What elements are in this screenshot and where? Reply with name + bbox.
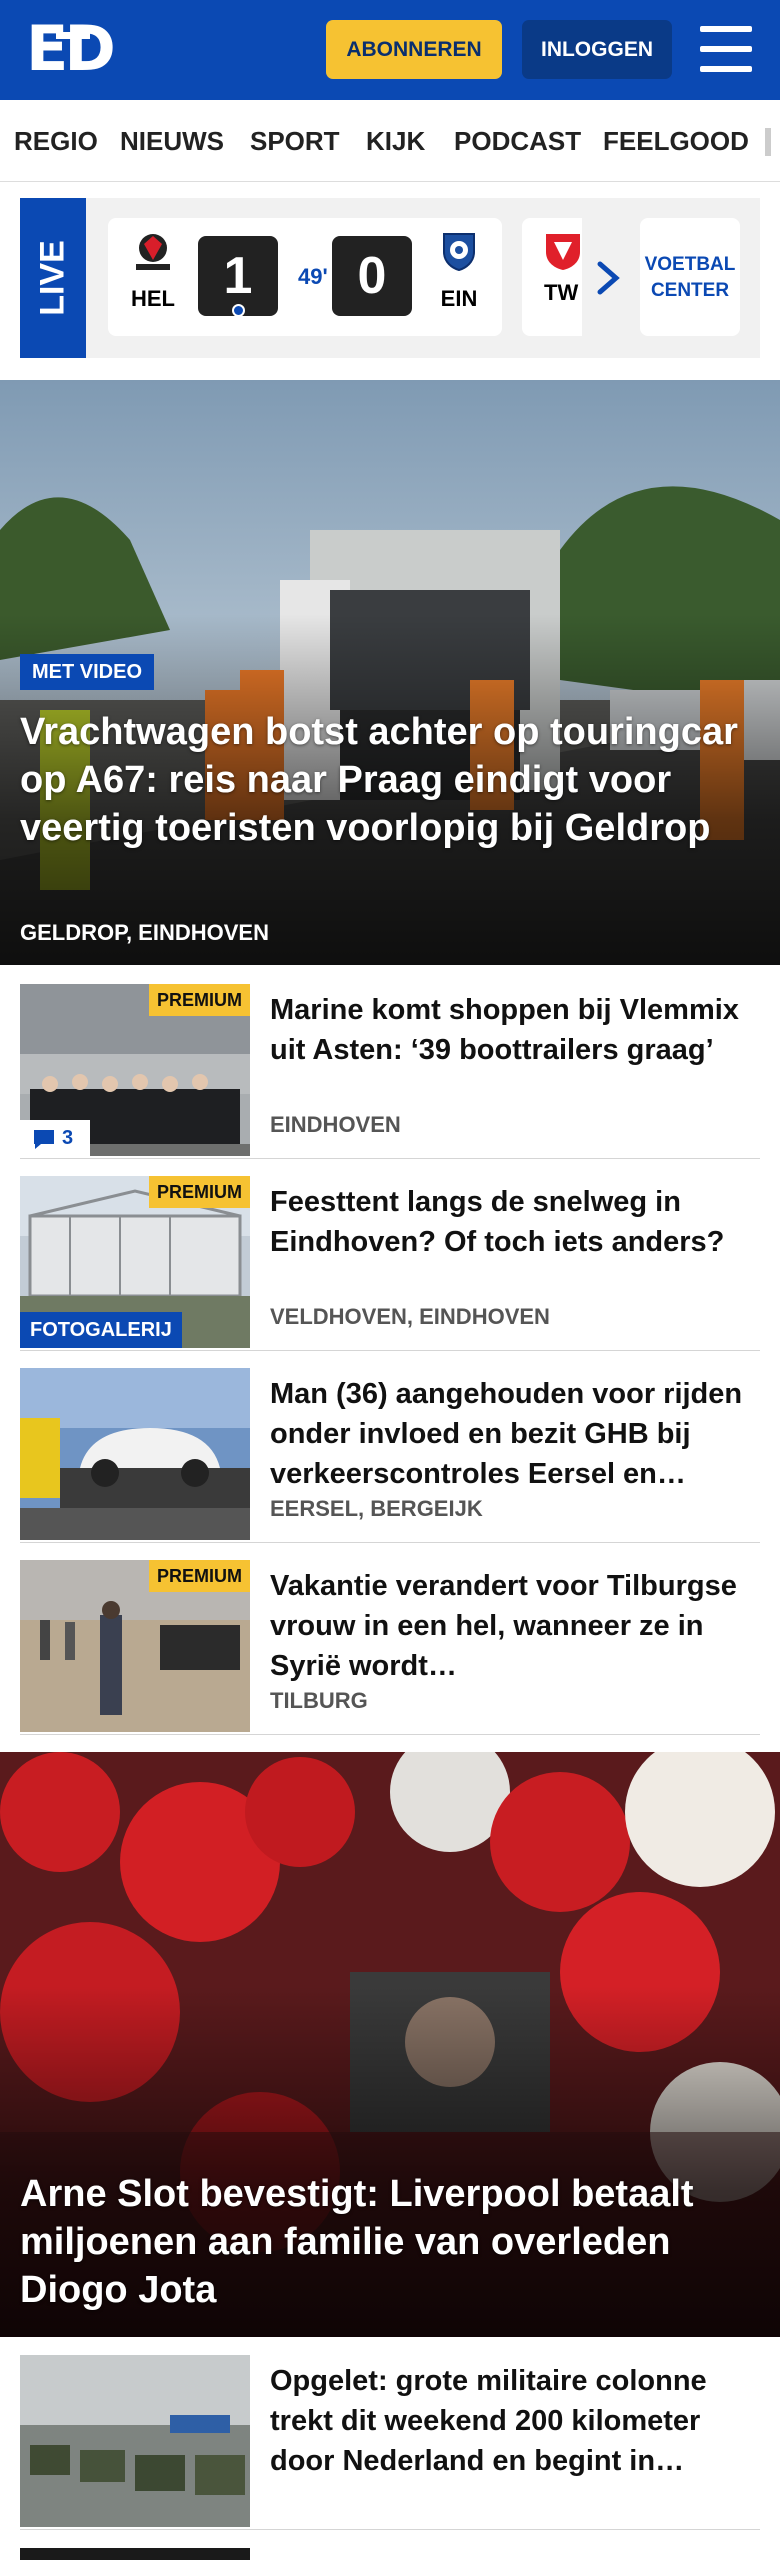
- article-item[interactable]: Man (36) aangehouden voor rijden onder i…: [20, 1368, 760, 1543]
- login-button[interactable]: INLOGGEN: [522, 20, 672, 79]
- comment-count[interactable]: 3: [20, 1120, 90, 1156]
- hero-location: GELDROP, EINDHOVEN: [20, 920, 269, 945]
- section-nav: REGIO NIEUWS SPORT KIJK PODCAST FEELGOOD: [0, 100, 780, 182]
- helmond-sport-crest-icon: [136, 234, 170, 270]
- match-minute: 49': [298, 264, 328, 289]
- article-item[interactable]: PREMIUM 3 Marine komt shoppen bij Vlemmi…: [20, 984, 760, 1159]
- article-title[interactable]: Marine komt shoppen bij Vlemmix uit Aste…: [270, 990, 760, 1070]
- fc-twente-crest-icon: [546, 234, 580, 270]
- article-item[interactable]: PREMIUM Vakantie verandert voor Tilburgs…: [20, 1560, 760, 1735]
- nav-item-nieuws[interactable]: NIEUWS: [120, 126, 224, 157]
- live-tab[interactable]: LIVE: [20, 198, 86, 358]
- nav-item-podcast[interactable]: PODCAST: [454, 126, 581, 157]
- article-title[interactable]: Man (36) aangehouden voor rijden onder i…: [270, 1374, 760, 1494]
- nav-item-regio[interactable]: REGIO: [14, 126, 98, 157]
- nav-overflow-indicator: [765, 128, 771, 156]
- live-indicator-dot: [232, 304, 245, 317]
- nav-item-feelgood[interactable]: FEELGOOD: [603, 126, 749, 157]
- next-article-thumbnail-peek: [20, 2548, 250, 2560]
- away-team: EIN: [424, 230, 494, 312]
- live-label: LIVE: [33, 240, 72, 316]
- away-team-code: EIN: [440, 286, 478, 311]
- logo-text: ED: [26, 12, 116, 85]
- logo-accent-bar: [56, 32, 90, 39]
- article-thumbnail: PREMIUM FOTOGALERIJ: [20, 1176, 250, 1348]
- article-thumbnail: PREMIUM 3: [20, 984, 250, 1156]
- next-team-code: TW: [544, 280, 579, 305]
- photo-gallery-tag: FOTOGALERIJ: [20, 1312, 182, 1348]
- voetbal-center-link[interactable]: VOETBAL CENTER: [640, 218, 740, 336]
- nav-item-kijk[interactable]: KIJK: [366, 126, 425, 157]
- home-team-code: HEL: [131, 286, 175, 311]
- home-score: 1: [198, 236, 278, 317]
- live-scores-bar: LIVE HEL 1 49' 0 EIN TW VOETBAL CENTER: [20, 198, 760, 358]
- hero-headline[interactable]: Vrachtwagen botst achter op touringcar o…: [20, 708, 760, 852]
- article-location: EINDHOVEN: [270, 1112, 401, 1137]
- article-title[interactable]: Vakantie verandert voor Tilburgse vrouw …: [270, 1566, 760, 1686]
- site-header: ED ABONNEREN INLOGGEN: [0, 0, 780, 100]
- article-location: EERSEL, BERGEIJK: [270, 1496, 483, 1521]
- subscribe-button[interactable]: ABONNEREN: [326, 20, 502, 79]
- fc-eindhoven-crest-icon: [443, 233, 475, 272]
- premium-badge: PREMIUM: [149, 1560, 250, 1592]
- hamburger-menu-icon[interactable]: [700, 26, 752, 72]
- article-item[interactable]: PREMIUM FOTOGALERIJ Feesttent langs de s…: [20, 1176, 760, 1351]
- premium-badge: PREMIUM: [149, 984, 250, 1016]
- away-score: 0: [332, 236, 412, 316]
- featured-headline[interactable]: Arne Slot bevestigt: Liverpool betaalt m…: [20, 2170, 770, 2314]
- premium-badge: PREMIUM: [149, 1176, 250, 1208]
- article-location: VELDHOVEN, EINDHOVEN: [270, 1304, 550, 1329]
- live-match-card[interactable]: HEL 1 49' 0 EIN: [108, 218, 502, 336]
- article-title[interactable]: Opgelet: grote militaire colonne trekt d…: [270, 2361, 760, 2481]
- article-thumbnail: [20, 1368, 250, 1540]
- comment-icon: [34, 1129, 54, 1149]
- article-title[interactable]: Feesttent langs de snelweg in Eindhoven?…: [270, 1182, 760, 1262]
- site-logo[interactable]: ED: [26, 18, 118, 80]
- chevron-right-icon[interactable]: [594, 258, 622, 298]
- article-item[interactable]: Opgelet: grote militaire colonne trekt d…: [20, 2355, 760, 2530]
- article-location: TILBURG: [270, 1688, 368, 1713]
- nav-item-sport[interactable]: SPORT: [250, 126, 340, 157]
- hero-article[interactable]: MET VIDEO Vrachtwagen botst achter op to…: [0, 380, 780, 965]
- video-badge: MET VIDEO: [20, 654, 155, 690]
- article-thumbnail: PREMIUM: [20, 1560, 250, 1732]
- home-team: HEL: [118, 230, 188, 312]
- article-thumbnail: [20, 2355, 250, 2527]
- next-match-card[interactable]: TW: [522, 218, 582, 336]
- featured-article[interactable]: Arne Slot bevestigt: Liverpool betaalt m…: [0, 1752, 780, 2337]
